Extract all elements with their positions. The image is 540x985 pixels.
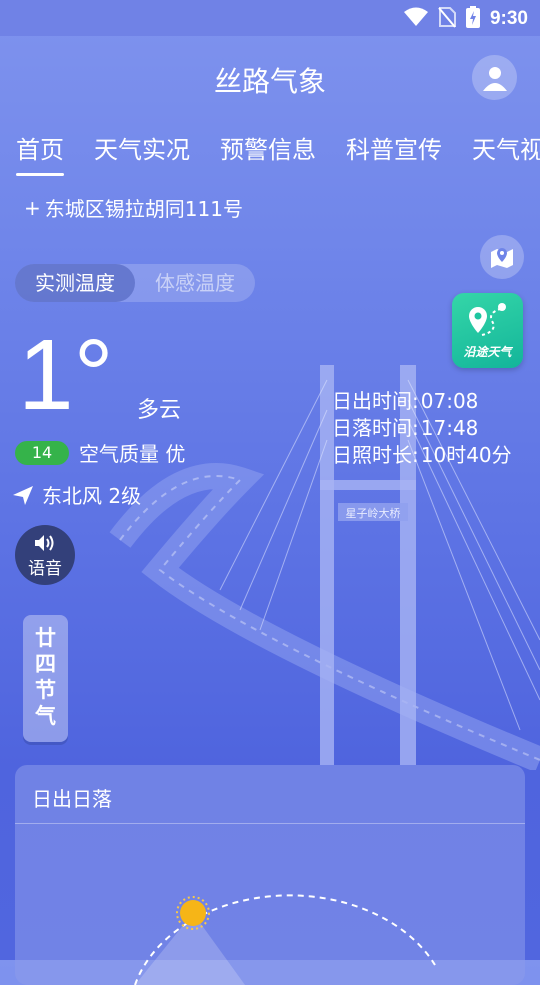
solar-terms-button[interactable]: 廿 四 节 气 xyxy=(23,615,68,742)
sunrise-label: 日出时间: xyxy=(332,389,419,413)
route-weather-label: 沿途天气 xyxy=(463,345,512,359)
solar-terms-char: 气 xyxy=(35,704,56,728)
temperature-mode-toggle: 实测温度 体感温度 xyxy=(15,264,255,302)
aqi-badge: 14 xyxy=(15,440,69,465)
daylight-label: 日照时长: xyxy=(332,443,419,467)
wind-info: 东北风 2级 xyxy=(12,480,141,509)
voice-broadcast-button[interactable]: 语音 xyxy=(15,525,75,585)
weather-condition: 多云 xyxy=(137,398,182,423)
sunrise-sunset-card: 日出日落 xyxy=(15,765,525,985)
solar-terms-char: 四 xyxy=(35,652,56,676)
card-divider xyxy=(15,823,525,824)
card-title: 日出日落 xyxy=(32,787,112,811)
no-sim-icon xyxy=(438,6,456,32)
daylight-duration: 10时40分 xyxy=(420,443,512,467)
profile-avatar[interactable] xyxy=(472,55,517,100)
tab-warnings[interactable]: 预警信息 xyxy=(220,130,316,165)
aqi-text: 空气质量 优 xyxy=(79,442,186,466)
wind-text: 东北风 2级 xyxy=(42,484,142,508)
solar-terms-char: 廿 xyxy=(35,626,56,650)
status-bar: 9:30 xyxy=(0,0,540,36)
map-location-button[interactable] xyxy=(480,235,524,279)
location-selector[interactable]: + 东城区锡拉胡同111号 xyxy=(24,193,243,222)
route-pin-icon xyxy=(469,303,506,336)
wifi-icon xyxy=(403,7,428,31)
tab-weather-video[interactable]: 天气视 xyxy=(472,130,540,165)
current-temperature: 1° xyxy=(18,319,114,431)
map-pin-icon xyxy=(491,248,513,268)
tab-science[interactable]: 科普宣传 xyxy=(346,130,442,165)
solar-terms-char: 节 xyxy=(35,678,56,702)
voice-label: 语音 xyxy=(28,559,62,579)
user-icon xyxy=(482,66,507,91)
wind-direction-icon xyxy=(13,485,33,505)
bridge-sign: 星子岭大桥 xyxy=(346,506,401,520)
sun-times: 日出时间: 07:08 日落时间: 17:48 日照时长: 10时40分 xyxy=(332,388,512,469)
sun-arc xyxy=(134,894,436,985)
tab-live-weather[interactable]: 天气实况 xyxy=(94,130,190,165)
route-weather-button[interactable]: 沿途天气 xyxy=(452,293,523,368)
location-name: 东城区锡拉胡同111号 xyxy=(44,197,243,221)
app-title: 丝路气象 xyxy=(213,65,326,98)
tab-home[interactable]: 首页 xyxy=(16,130,64,176)
sun-icon xyxy=(176,896,210,930)
air-quality: 14 空气质量 优 xyxy=(15,438,185,467)
feels-like-temp-option[interactable]: 体感温度 xyxy=(135,264,255,302)
sunrise-time: 07:08 xyxy=(420,389,479,413)
measured-temp-option[interactable]: 实测温度 xyxy=(15,264,135,302)
sunset-label: 日落时间: xyxy=(332,416,419,440)
battery-charging-icon xyxy=(465,6,480,32)
speaker-icon xyxy=(35,535,54,551)
sunset-time: 17:48 xyxy=(420,416,479,440)
top-tabs: 首页 天气实况 预警信息 科普宣传 天气视 xyxy=(16,130,540,176)
add-location-icon: + xyxy=(24,195,41,220)
status-time: 9:30 xyxy=(489,8,528,29)
